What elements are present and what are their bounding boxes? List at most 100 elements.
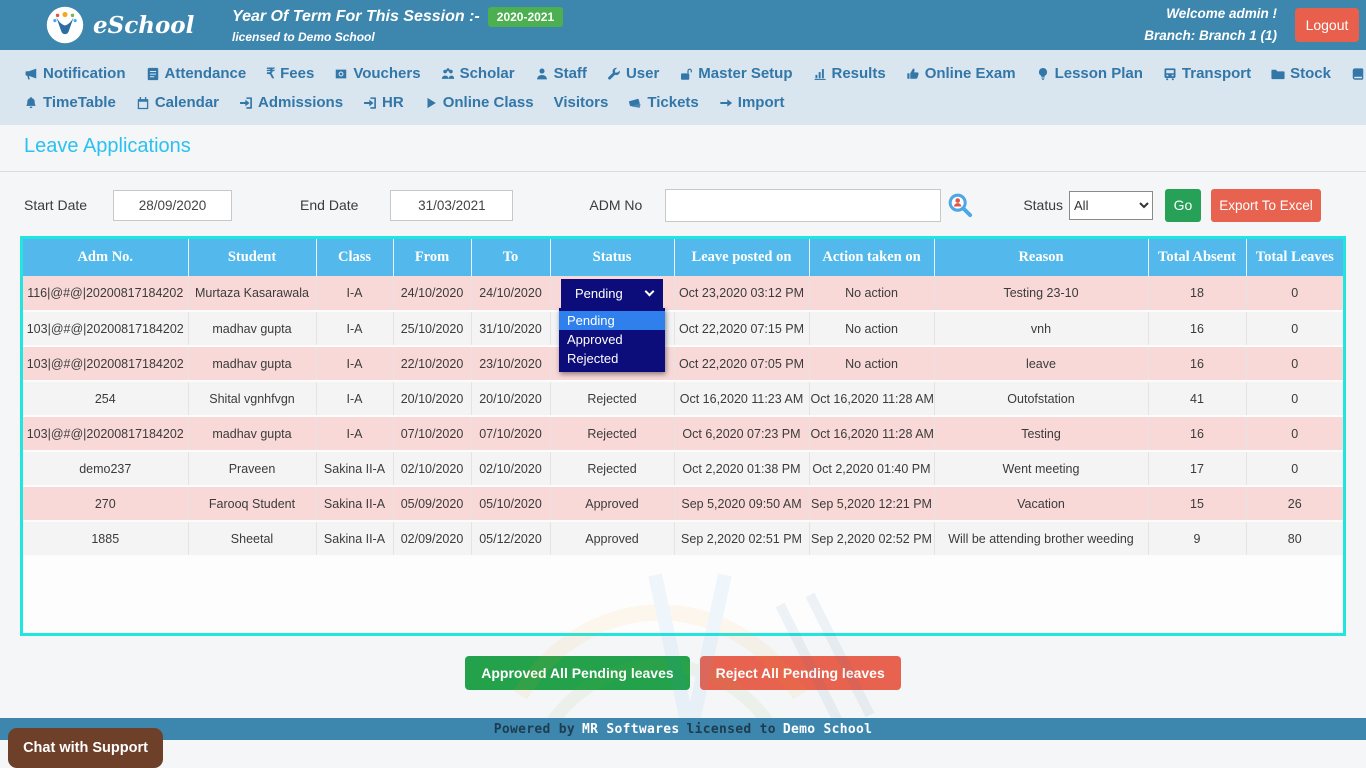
cell-from: 02/10/2020: [393, 451, 472, 487]
nav-item-label: Online Class: [442, 94, 534, 111]
cell-status: Rejected: [550, 416, 675, 452]
leave-applications-table-container: Adm No. Student Class From To Status Leave pos…: [20, 236, 1346, 636]
nav-item-results[interactable]: Results: [813, 65, 886, 82]
nav-item-calendar[interactable]: Calendar: [136, 94, 219, 111]
nav-item-label: Notification: [43, 65, 126, 82]
nav-item-admissions[interactable]: Admissions: [239, 94, 343, 111]
cell-student: madhav gupta: [188, 346, 317, 382]
nav-item-timetable[interactable]: TimeTable: [24, 94, 116, 111]
nav-item-hr[interactable]: HR: [363, 94, 404, 111]
cell-from: 02/09/2020: [393, 521, 472, 557]
cell-class: I-A: [316, 416, 394, 452]
cell-action-taken-on: Oct 2,2020 01:40 PM: [809, 451, 935, 487]
cell-to: 02/10/2020: [471, 451, 551, 487]
nav-item-visitors[interactable]: Visitors: [554, 94, 609, 111]
cell-from: 25/10/2020: [393, 311, 472, 347]
cell-total-leaves: 0: [1246, 311, 1343, 347]
cell-student: madhav gupta: [188, 416, 317, 452]
nav-item-scholar[interactable]: Scholar: [441, 65, 515, 82]
cell-from: 20/10/2020: [393, 381, 472, 417]
nav-item-label: HR: [382, 94, 404, 111]
cell-total-leaves: 0: [1246, 381, 1343, 417]
table-row: 116|@#@|20200817184202 Murtaza Kasarawala…: [23, 276, 1343, 372]
nav-item-library[interactable]: Library: [1351, 65, 1366, 82]
nav-item-online-exam[interactable]: Online Exam: [906, 65, 1016, 82]
cell-status: Approved: [550, 521, 675, 557]
nav-item-attendance[interactable]: Attendance: [146, 65, 247, 82]
cell-action-taken-on: No action: [809, 276, 935, 312]
status-select[interactable]: Pending: [561, 278, 663, 308]
cell-total-absent: 16: [1148, 346, 1247, 382]
nav-item-label: Attendance: [164, 65, 247, 82]
thumbs-up-icon: [906, 67, 920, 81]
start-date-label: Start Date: [24, 197, 88, 213]
cell-status: Approved: [550, 486, 675, 522]
cell-reason: Testing 23-10: [934, 276, 1149, 312]
folder-icon: [1271, 67, 1285, 81]
nav-item-lesson-plan[interactable]: Lesson Plan: [1036, 65, 1143, 82]
cell-class: I-A: [316, 276, 394, 312]
nav-item-label: Transport: [1181, 65, 1252, 82]
approve-all-pending-button[interactable]: Approved All Pending leaves: [465, 656, 690, 690]
calendar-icon: [136, 96, 150, 110]
cell-adm-no: 1885: [23, 521, 189, 557]
column-header-student: Student: [188, 239, 317, 276]
status-option-rejected[interactable]: Rejected: [559, 349, 665, 368]
cell-leave-posted-on: Oct 6,2020 07:23 PM: [674, 416, 810, 452]
cell-to: 31/10/2020: [471, 311, 551, 347]
go-button[interactable]: Go: [1165, 188, 1202, 222]
nav-item-user[interactable]: User: [607, 65, 659, 82]
reject-all-pending-button[interactable]: Reject All Pending leaves: [699, 656, 901, 690]
app-title: eSchool: [93, 11, 195, 39]
student-search-icon[interactable]: [947, 192, 973, 218]
column-header-total-leaves: Total Leaves: [1246, 239, 1343, 276]
nav-item-master-setup[interactable]: Master Setup: [679, 65, 793, 82]
cell-reason: vnh: [934, 311, 1149, 347]
table-row: 103|@#@|20200817184202 madhav gupta I-A 07/…: [23, 416, 1343, 452]
cell-total-absent: 16: [1148, 311, 1247, 347]
licensed-to-text: licensed to: [686, 721, 776, 737]
cell-student: Praveen: [188, 451, 317, 487]
logo: eSchool: [46, 6, 224, 44]
nav-item-fees[interactable]: ₹ Fees: [266, 65, 314, 82]
nav-item-label: Vouchers: [353, 65, 421, 82]
nav-item-notification[interactable]: Notification: [24, 65, 126, 82]
cell-total-absent: 16: [1148, 416, 1247, 452]
table-row: 270 Farooq Student Sakina II-A 05/09/2020 05…: [23, 486, 1343, 522]
chat-with-support-button[interactable]: Chat with Support: [8, 728, 163, 768]
nav-item-vouchers[interactable]: Vouchers: [334, 65, 421, 82]
status-option-approved[interactable]: Approved: [559, 330, 665, 349]
cell-action-taken-on: No action: [809, 346, 935, 382]
status-option-pending[interactable]: Pending: [559, 311, 665, 330]
cell-status: Pending Pending Approved Rejected: [550, 276, 675, 372]
export-to-excel-button[interactable]: Export To Excel: [1211, 188, 1322, 222]
cell-to: 05/10/2020: [471, 486, 551, 522]
cell-student: Murtaza Kasarawala: [188, 276, 317, 312]
cell-leave-posted-on: Sep 2,2020 02:51 PM: [674, 521, 810, 557]
nav-item-tickets[interactable]: Tickets: [628, 94, 699, 111]
adm-no-input[interactable]: [665, 188, 942, 222]
nav-item-import[interactable]: Import: [719, 94, 784, 111]
app-header: eSchool Year Of Term For This Session :-…: [0, 0, 1366, 50]
nav-item-staff[interactable]: Staff: [535, 65, 587, 82]
bus-icon: [1163, 67, 1177, 81]
end-date-input[interactable]: [390, 189, 514, 221]
cell-adm-no: demo237: [23, 451, 189, 487]
logout-button[interactable]: Logout: [1295, 8, 1359, 42]
bar-chart-icon: [813, 67, 827, 81]
status-filter-select[interactable]: All: [1069, 190, 1154, 220]
cell-class: Sakina II-A: [316, 451, 394, 487]
cell-total-leaves: 0: [1246, 416, 1343, 452]
nav-item-online-class[interactable]: Online Class: [424, 94, 534, 111]
cell-status: Rejected: [550, 381, 675, 417]
nav-item-transport[interactable]: Transport: [1163, 65, 1251, 82]
page-title: Leave Applications: [24, 135, 191, 157]
welcome-block: Welcome admin ! Branch: Branch 1 (1): [1144, 3, 1277, 46]
nav-item-label: TimeTable: [43, 94, 116, 111]
sign-in-icon: [363, 96, 377, 110]
column-header-leave-posted-on: Leave posted on: [674, 239, 810, 276]
nav-item-stock[interactable]: Stock: [1271, 65, 1331, 82]
main-nav: Notification Attendance ₹ Fees Vouchers Schol…: [0, 50, 1366, 125]
start-date-input[interactable]: [113, 189, 233, 221]
cell-reason: Went meeting: [934, 451, 1149, 487]
